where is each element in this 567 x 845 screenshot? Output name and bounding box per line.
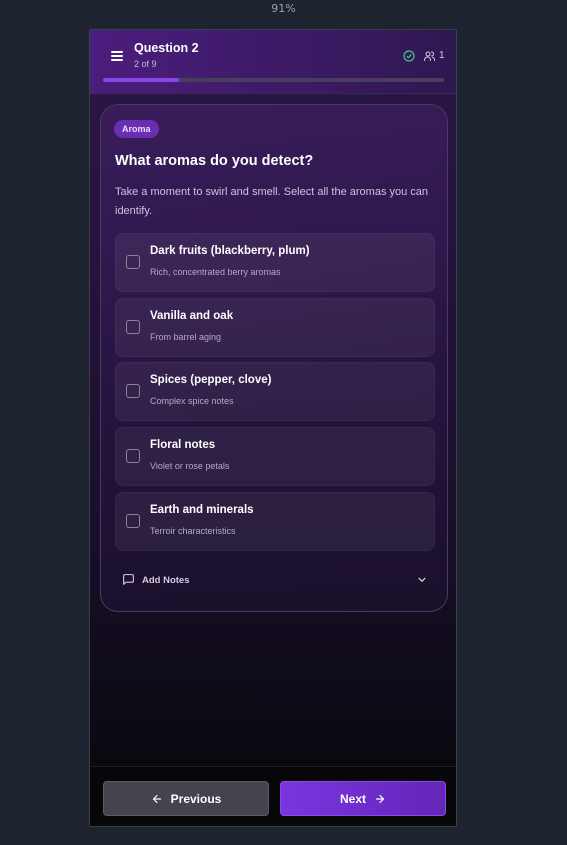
option-title: Earth and minerals [150,504,254,516]
progress-bar [103,78,444,82]
aroma-option[interactable]: Dark fruits (blackberry, plum) Rich, con… [115,233,435,292]
question-counter: 2 of 9 [134,59,157,69]
question-header: Question 2 2 of 9 1 [90,30,456,94]
option-checkbox[interactable] [126,449,140,463]
option-checkbox[interactable] [126,384,140,398]
browser-zoom-indicator: 91% [271,2,296,15]
next-button[interactable]: Next [280,781,446,816]
navigation-footer: Previous Next [90,766,456,826]
option-subtitle: Terroir characteristics [150,526,236,536]
question-description: Take a moment to swirl and smell. Select… [115,186,429,217]
option-subtitle: Rich, concentrated berry aromas [150,267,281,277]
add-notes-toggle[interactable]: Add Notes [122,573,427,591]
option-checkbox[interactable] [126,255,140,269]
option-checkbox[interactable] [126,514,140,528]
option-title: Spices (pepper, clove) [150,374,272,386]
progress-fill [103,78,179,82]
aroma-option[interactable]: Earth and minerals Terroir characteristi… [115,492,435,551]
aroma-option[interactable]: Vanilla and oak From barrel aging [115,298,435,357]
option-title: Vanilla and oak [150,310,234,322]
question-card: Aroma What aromas do you detect? Take a … [100,104,448,612]
arrow-left-icon [152,794,161,803]
previous-label: Previous [170,791,222,806]
next-label: Next [339,791,366,806]
previous-button[interactable]: Previous [103,781,269,816]
message-square-icon [123,574,134,585]
add-notes-label: Add Notes [142,575,190,586]
option-subtitle: Complex spice notes [150,396,234,406]
option-title: Floral notes [150,439,216,451]
chevron-down-icon [418,577,426,582]
aroma-option[interactable]: Spices (pepper, clove) Complex spice not… [115,362,435,421]
option-subtitle: From barrel aging [150,332,222,342]
arrow-right-icon [375,794,385,803]
participant-count: 1 [439,50,445,61]
question-text: What aromas do you detect? [115,153,314,169]
users-icon [424,51,435,61]
option-checkbox[interactable] [126,320,140,334]
check-circle-icon [403,50,415,62]
option-title: Dark fruits (blackberry, plum) [150,245,310,257]
aroma-option[interactable]: Floral notes Violet or rose petals [115,427,435,486]
question-title: Question 2 [134,41,199,55]
option-subtitle: Violet or rose petals [150,461,230,471]
app-frame: Question 2 2 of 9 1 Aroma What aromas do… [89,29,457,827]
category-badge: Aroma [114,120,159,138]
menu-icon[interactable] [111,51,123,61]
